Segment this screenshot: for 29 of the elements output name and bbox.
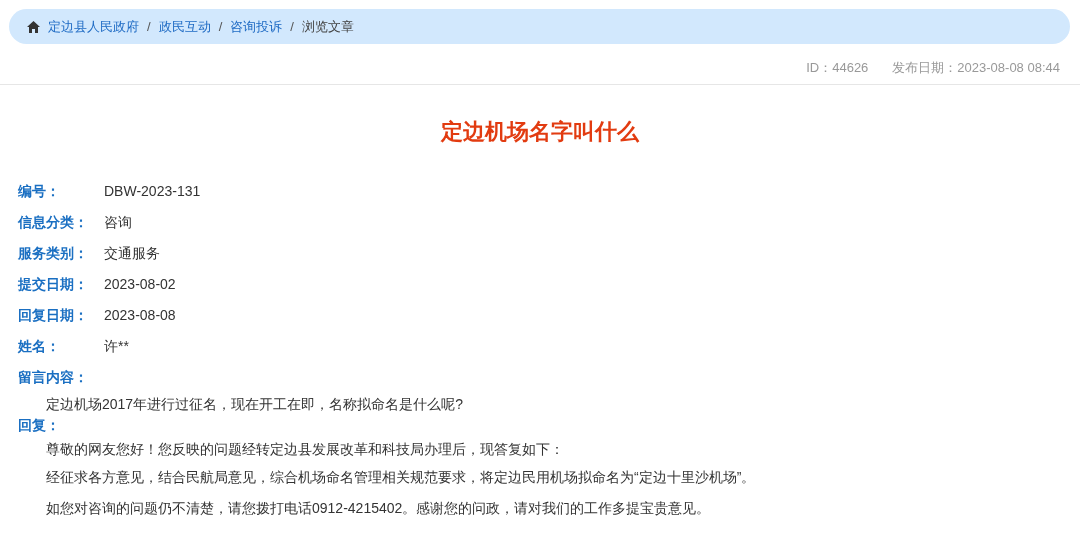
- field-label: 服务类别：: [18, 243, 89, 263]
- field-value: 咨询: [104, 212, 132, 232]
- breadcrumb-separator: /: [218, 17, 223, 36]
- home-icon: [27, 20, 40, 33]
- field-label: 提交日期：: [18, 274, 89, 294]
- field-label: 回复日期：: [18, 305, 89, 325]
- field-value: 许**: [104, 336, 129, 356]
- field-value: 2023-08-02: [104, 274, 176, 294]
- field-label: 信息分类：: [18, 212, 89, 232]
- article-id: ID：44626: [806, 59, 869, 77]
- breadcrumb-separator: /: [290, 17, 294, 36]
- breadcrumb-current: 浏览文章: [301, 17, 354, 36]
- section-label: 留言内容：: [18, 367, 89, 387]
- breadcrumb-separator: /: [147, 17, 151, 36]
- breadcrumb-link[interactable]: 政民互动: [158, 16, 211, 37]
- article-title: 定边机场名字叫什么: [439, 117, 640, 146]
- field-value: 交通服务: [104, 243, 160, 263]
- breadcrumb-link[interactable]: 定边县人民政府: [48, 16, 139, 37]
- section-label: 回复：: [18, 416, 61, 435]
- paragraph: 定边机场2017年进行过征名，现在开工在即，名称拟命名是什么呢?: [45, 394, 464, 414]
- paragraph: 经征求各方意见，结合民航局意见，综合机场命名管理相关规范要求，将定边民用机场拟命名为“定边十里沙机场”。: [45, 467, 757, 487]
- field-value: DBW-2023-131: [104, 181, 201, 201]
- breadcrumb-link[interactable]: 咨询投诉: [230, 16, 283, 37]
- field-label: 编号：: [18, 181, 61, 201]
- paragraph: 尊敬的网友您好！您反映的问题经转定边县发展改革和科技局办理后，现答复如下：: [45, 439, 565, 459]
- field-label: 姓名：: [18, 336, 61, 356]
- paragraph: 如您对咨询的问题仍不清楚，请您拨打电话0912-4215402。感谢您的问政，请对我们的工作多提宝贵意见。: [45, 498, 712, 518]
- publish-date: 发布日期：2023-08-08 08:44: [892, 59, 1060, 77]
- field-value: 2023-08-08: [104, 305, 176, 325]
